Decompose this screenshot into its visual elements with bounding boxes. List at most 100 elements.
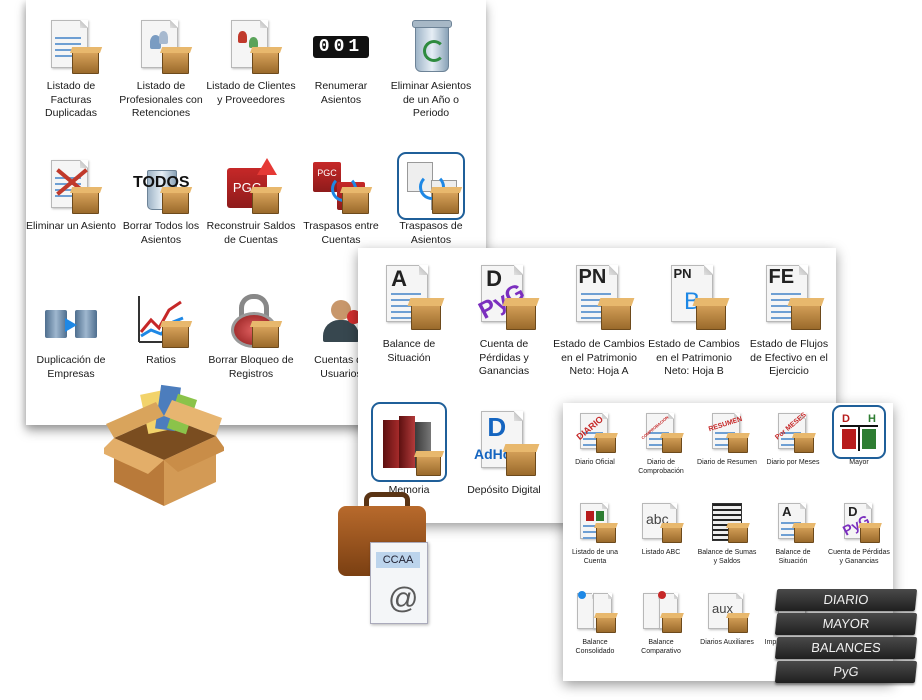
mayor-ledger-icon: D H xyxy=(832,405,886,459)
counter-display: 001 xyxy=(313,36,369,58)
tile-pyg-small[interactable]: D PyG Cuenta de Pérdidas y Ganancias xyxy=(827,501,891,566)
book-balances: BALANCES xyxy=(774,637,918,659)
ratios-chart-icon xyxy=(133,292,189,348)
tile-professionals-withholdings[interactable]: Listado de Profesionales con Retenciones xyxy=(116,18,206,121)
trial-balance-icon xyxy=(706,501,748,543)
account-listing-icon xyxy=(574,501,616,543)
credit-letter: H xyxy=(868,413,876,425)
tile-label: Listado de Clientes y Proveedores xyxy=(206,80,296,106)
tile-label: Balance Comparativo xyxy=(641,639,681,656)
book-diario: DIARIO xyxy=(774,589,918,611)
clients-suppliers-list-icon xyxy=(223,18,279,74)
tile-balance-sheet[interactable]: A Balance de Situación xyxy=(363,262,455,365)
tile-duplicate-invoices[interactable]: Listado de Facturas Duplicadas xyxy=(26,18,116,121)
duplicate-invoices-list-icon xyxy=(43,18,99,74)
pyg-small-icon: D PyG xyxy=(838,501,880,543)
tile-delete-all-entries[interactable]: TODOS Borrar Todos los Asientos xyxy=(116,158,206,247)
rebuild-balances-icon: PGC xyxy=(223,158,279,214)
tile-label: Listado de una Cuenta xyxy=(572,549,618,566)
tile-label: Cuenta de Pérdidas y Ganancias xyxy=(828,549,890,566)
delete-all-entries-icon: TODOS xyxy=(133,158,190,214)
tile-balance-situacion-small[interactable]: A Balance de Situación xyxy=(761,501,825,566)
tile-diario-meses[interactable]: Por MESES Diario por Meses xyxy=(761,411,825,467)
book-mayor: MAYOR xyxy=(774,613,918,635)
tile-mayor[interactable]: D H Mayor xyxy=(827,405,891,467)
doc-letter: PN xyxy=(673,266,692,282)
tile-auxiliary-journals[interactable]: aux Diarios Auxiliares xyxy=(695,591,759,647)
tile-comparative-balance[interactable]: Balance Comparativo xyxy=(629,591,693,656)
tile-label: Estado de Cambios en el Patrimonio Neto:… xyxy=(553,338,645,378)
tile-abc-listing[interactable]: abc Listado ABC xyxy=(629,501,693,557)
diario-meses-icon: Por MESES xyxy=(772,411,814,453)
tile-label: Diario de Comprobación xyxy=(638,459,684,476)
tile-label: Mayor xyxy=(849,459,869,466)
diario-resumen-icon: RESUMEN xyxy=(706,411,748,453)
tile-profit-loss[interactable]: D PyG Cuenta de Pérdidas y Ganancias xyxy=(458,262,550,379)
tile-duplicate-companies[interactable]: Duplicación de Empresas xyxy=(26,292,116,381)
tile-diario-resumen[interactable]: RESUMEN Diario de Resumen xyxy=(695,411,759,467)
open-box-icon xyxy=(100,378,226,508)
equity-changes-b-icon: PN B xyxy=(662,262,726,330)
professionals-withholdings-list-icon xyxy=(133,18,189,74)
tile-label: Listado de Profesionales con Retenciones xyxy=(119,80,203,120)
tile-transfers-accounts[interactable]: PGC Traspasos entre Cuentas xyxy=(296,158,386,247)
delete-entry-icon xyxy=(43,158,99,214)
transfers-between-accounts-icon: PGC xyxy=(313,158,369,214)
tile-cash-flow[interactable]: FE Estado de Flujos de Efectivo en el Ej… xyxy=(743,262,835,379)
tile-transfer-entries[interactable]: Traspasos de Asientos xyxy=(386,152,476,247)
tile-label: Borrar Todos los Asientos xyxy=(122,220,200,246)
tile-ratios[interactable]: Ratios xyxy=(116,292,206,368)
tile-label: Duplicación de Empresas xyxy=(36,354,106,380)
tile-label: Renumerar Asientos xyxy=(314,80,368,106)
debit-letter: D xyxy=(842,413,850,425)
tile-trial-balance[interactable]: Balance de Sumas y Saldos xyxy=(695,501,759,566)
digital-deposit-icon: D AdHoc xyxy=(472,408,536,476)
doc-letter: D xyxy=(487,412,507,443)
tile-memoria[interactable]: Memoria xyxy=(363,402,455,498)
tile-diario-comprobacion[interactable]: COMPROBACION Diario de Comprobación xyxy=(629,411,693,476)
tile-label: Listado ABC xyxy=(641,549,681,556)
tile-label: Eliminar un Asiento xyxy=(26,220,116,232)
tile-renumber-entries[interactable]: 001 Renumerar Asientos xyxy=(296,18,386,107)
tile-label: Cuenta de Pérdidas y Ganancias xyxy=(478,338,530,378)
tile-consolidated-balance[interactable]: Balance Consolidado xyxy=(563,591,627,656)
tile-label: Balance de Sumas y Saldos xyxy=(697,549,757,566)
tile-equity-b[interactable]: PN B Estado de Cambios en el Patrimonio … xyxy=(648,262,740,379)
balance-situacion-small-icon: A xyxy=(772,501,814,543)
ccaa-card: CCAA xyxy=(376,552,420,568)
tile-diario-oficial[interactable]: DIARIO Diario Oficial xyxy=(563,411,627,467)
profit-loss-icon: D PyG xyxy=(472,262,536,330)
book-pyg: PyG xyxy=(774,661,918,683)
tile-equity-a[interactable]: PN Estado de Cambios en el Patrimonio Ne… xyxy=(553,262,645,379)
tile-digital-deposit[interactable]: D AdHoc Depósito Digital xyxy=(458,408,550,498)
diario-comprobacion-icon: COMPROBACION xyxy=(640,411,682,453)
doc-letter: A xyxy=(391,266,407,292)
comparative-balance-icon xyxy=(640,591,682,633)
tile-label: Estado de Flujos de Efectivo en el Ejerc… xyxy=(749,338,829,378)
tile-label: Depósito Digital xyxy=(467,484,541,496)
tile-label: Balance Consolidado xyxy=(575,639,615,656)
doc-letter: A xyxy=(782,503,792,519)
tile-label: Diario Oficial xyxy=(575,459,615,466)
doc-letter: FE xyxy=(768,266,795,289)
tile-label: Diario por Meses xyxy=(766,459,820,466)
tile-account-listing[interactable]: Listado de una Cuenta xyxy=(563,501,627,566)
consolidated-balance-icon xyxy=(574,591,616,633)
tile-label: Diarios Auxiliares xyxy=(700,639,754,646)
transfer-entries-icon xyxy=(397,152,465,220)
briefcase-icon: CCAA @ xyxy=(338,492,428,627)
tile-clients-suppliers[interactable]: Listado de Clientes y Proveedores xyxy=(206,18,296,107)
tile-unlock-records[interactable]: Borrar Bloqueo de Registros xyxy=(206,292,296,381)
tile-label: Traspasos de Asientos xyxy=(399,220,463,246)
unlock-records-icon xyxy=(223,292,279,348)
tile-label: Eliminar Asientos de un Año o Periodo xyxy=(390,80,472,120)
tile-rebuild-balances[interactable]: PGC Reconstruir Saldos de Cuentas xyxy=(206,158,296,247)
balance-sheet-icon: A xyxy=(377,262,441,330)
diario-oficial-icon: DIARIO xyxy=(574,411,616,453)
memoria-books-icon xyxy=(371,402,447,482)
tile-delete-period-entries[interactable]: Eliminar Asientos de un Año o Periodo xyxy=(386,18,476,121)
abc-listing-icon: abc xyxy=(640,501,682,543)
tile-label: Reconstruir Saldos de Cuentas xyxy=(206,220,296,246)
equity-changes-a-icon: PN xyxy=(567,262,631,330)
tile-delete-entry[interactable]: Eliminar un Asiento xyxy=(26,158,116,234)
